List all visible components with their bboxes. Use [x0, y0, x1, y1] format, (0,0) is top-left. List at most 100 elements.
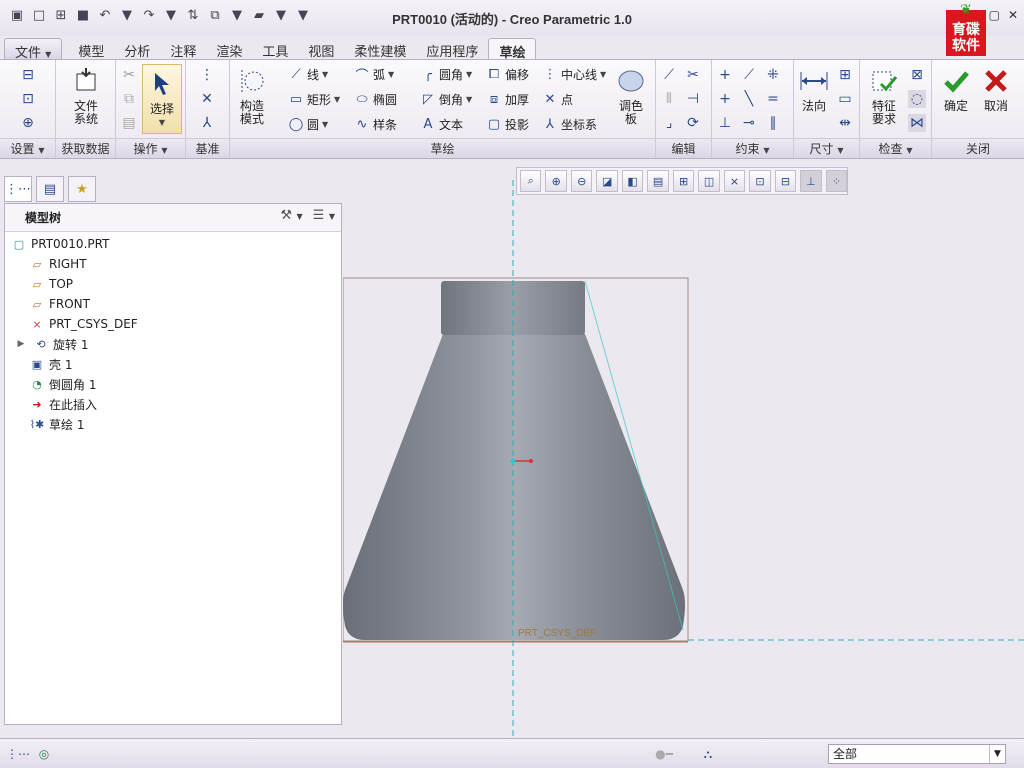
navigator-toggle-icon[interactable]: ⋮⋯	[6, 745, 30, 763]
project-button[interactable]: ▢ 投影	[486, 116, 529, 133]
baseline-icon[interactable]: ⇹	[836, 114, 854, 132]
favorites-tab-icon[interactable]: ★	[68, 176, 96, 202]
group-inspect-label[interactable]: 检查 ▼	[860, 138, 931, 158]
perimeter-icon[interactable]: ⊞	[836, 66, 854, 84]
text-button[interactable]: A 文本	[420, 116, 463, 133]
group-setup-label[interactable]: 设置 ▼	[0, 138, 55, 158]
divide-icon[interactable]: ⊣	[684, 90, 702, 108]
tab-file[interactable]: 文件 ▼	[4, 38, 63, 61]
point-button[interactable]: ✕ 点	[542, 91, 573, 108]
tree-item-sketch[interactable]: ⌇✱ 草绘 1	[29, 414, 85, 434]
datum-csys-icon[interactable]: ⅄	[198, 114, 216, 132]
offset-button[interactable]: ⧠ 偏移	[486, 66, 529, 83]
graphics-window[interactable]: PRT_CSYS_DEF	[342, 160, 1024, 738]
thicken-button[interactable]: ⧈ 加厚	[486, 91, 529, 108]
fillet-button[interactable]: ╭ 圆角 ▼	[420, 66, 472, 83]
tab-flexible-modeling[interactable]: 柔性建模	[344, 38, 416, 60]
rectangle-button[interactable]: ▭ 矩形 ▼	[288, 91, 340, 108]
selection-filter-select[interactable]: 全部 ▼	[828, 744, 1006, 764]
coordinate-system-button[interactable]: ⅄ 坐标系	[542, 116, 597, 133]
tab-view[interactable]: 视图	[298, 38, 344, 60]
perpendicular-constraint-icon[interactable]: ⊥	[716, 114, 734, 132]
annotation-display-icon[interactable]: ⊡	[749, 170, 771, 192]
maximize-icon[interactable]: ▢	[989, 8, 1000, 22]
parallel-constraint-icon[interactable]: ∥	[764, 114, 782, 132]
browser-toggle-icon[interactable]: ◎	[34, 745, 54, 763]
file-system-button[interactable]: 文件 系统	[66, 66, 106, 126]
symmetric-constraint-icon[interactable]: ⁜	[764, 66, 782, 84]
constraint-display-icon[interactable]: ⊥	[800, 170, 822, 192]
chamfer-button[interactable]: ◸ 倒角 ▼	[420, 91, 472, 108]
coincident-constraint-icon[interactable]: ⊸	[740, 114, 758, 132]
tangent-constraint-icon[interactable]: ⟋	[740, 66, 758, 84]
corner-icon[interactable]: ⌟	[660, 114, 678, 132]
tree-item-insert-here[interactable]: ➜ 在此插入	[29, 394, 97, 414]
reference-dimension-icon[interactable]: ▭	[836, 90, 854, 108]
centerline-button[interactable]: ⋮ 中心线 ▼	[542, 66, 607, 83]
paste-icon[interactable]: ▤	[120, 114, 138, 132]
delete-segment-icon[interactable]: ✂	[684, 66, 702, 84]
tab-annotate[interactable]: 注释	[160, 38, 206, 60]
perspective-icon[interactable]: ◫	[698, 170, 720, 192]
sketch-view-icon[interactable]: ⊞	[672, 170, 695, 192]
folder-browser-tab-icon[interactable]: ▤	[36, 176, 64, 202]
select-button[interactable]: 选择 ▼	[142, 64, 182, 134]
ellipse-button[interactable]: ⬭ 椭圆	[354, 91, 397, 108]
line-button[interactable]: ⟋ 线 ▼	[288, 66, 328, 83]
tree-item-front[interactable]: ▱ FRONT	[29, 294, 90, 314]
construction-mode-button[interactable]: 构造 模式	[234, 66, 270, 126]
midpoint-constraint-icon[interactable]: ╲	[740, 90, 758, 108]
tree-item-revolve[interactable]: ▶ ⟲ 旋转 1	[13, 334, 89, 354]
cancel-button[interactable]: 取消	[978, 66, 1014, 113]
overlap-geometry-icon[interactable]: ⋈	[908, 114, 926, 132]
palette-button[interactable]: 调色 板	[612, 66, 650, 126]
zoom-in-icon[interactable]: ⊕	[545, 170, 567, 192]
tree-item-top[interactable]: ▱ TOP	[29, 274, 73, 294]
settings-tools-icon[interactable]: ⚒ ▼	[280, 208, 302, 223]
tab-applications[interactable]: 应用程序	[416, 38, 488, 60]
copy-icon[interactable]: ⧉	[120, 90, 138, 108]
normal-dimension-button[interactable]: 法向	[796, 66, 832, 113]
saved-views-icon[interactable]: ▤	[647, 170, 669, 192]
reference-icon[interactable]: ⊡	[19, 90, 37, 108]
model-tree-tab-icon[interactable]: ⋮⋯	[4, 176, 32, 202]
chevron-down-icon[interactable]: ▼	[989, 745, 1005, 763]
datum-point-icon[interactable]: ✕	[198, 90, 216, 108]
equal-constraint-icon[interactable]: =	[764, 90, 782, 108]
tab-model[interactable]: 模型	[68, 38, 114, 60]
datum-centerline-icon[interactable]: ⋮	[198, 66, 216, 84]
expand-arrow-icon[interactable]: ▶	[13, 337, 29, 351]
group-constrain-label[interactable]: 约束 ▼	[712, 138, 793, 158]
tree-item-part[interactable]: ▢ PRT0010.PRT	[11, 234, 110, 254]
shade-closed-loops-icon[interactable]: ⊠	[908, 66, 926, 84]
sketch-setup-icon[interactable]: ⊟	[19, 66, 37, 84]
mirror-icon[interactable]: ⫴	[660, 90, 678, 108]
datum-display-icon[interactable]: ⨯	[723, 170, 746, 192]
feature-requirements-button[interactable]: 特征 要求	[864, 66, 904, 126]
show-list-icon[interactable]: ☰ ▼	[313, 208, 335, 223]
dimension-display-icon[interactable]: ⊟	[774, 170, 797, 192]
arc-button[interactable]: ⌒ 弧 ▼	[354, 66, 394, 84]
close-icon[interactable]: ✕	[1008, 8, 1018, 22]
repaint-icon[interactable]: ◪	[596, 170, 618, 192]
highlight-open-ends-icon[interactable]: ◌	[908, 90, 926, 108]
group-dimension-label[interactable]: 尺寸 ▼	[794, 138, 859, 158]
vertex-display-icon[interactable]: ⁘	[825, 170, 848, 192]
tab-analysis[interactable]: 分析	[114, 38, 160, 60]
tab-sketch[interactable]: 草绘	[488, 38, 537, 61]
vertical-constraint-icon[interactable]: +	[716, 66, 734, 84]
find-icon[interactable]: ⛬	[698, 745, 718, 763]
zoom-out-icon[interactable]: ⊖	[570, 170, 593, 192]
tree-item-round[interactable]: ◔ 倒圆角 1	[29, 374, 96, 394]
tab-tools[interactable]: 工具	[252, 38, 298, 60]
tab-render[interactable]: 渲染	[206, 38, 252, 60]
spline-button[interactable]: ∿ 样条	[354, 116, 397, 133]
display-style-icon[interactable]: ◧	[621, 170, 644, 192]
sketch-view-icon[interactable]: ⊕	[19, 114, 37, 132]
tree-item-csys[interactable]: ⨯ PRT_CSYS_DEF	[29, 314, 137, 334]
horizontal-constraint-icon[interactable]: +	[716, 90, 734, 108]
modify-icon[interactable]: ⟋	[660, 66, 678, 84]
ok-button[interactable]: 确定	[938, 66, 974, 113]
tree-item-right[interactable]: ▱ RIGHT	[29, 254, 87, 274]
group-operations-label[interactable]: 操作 ▼	[116, 138, 185, 158]
